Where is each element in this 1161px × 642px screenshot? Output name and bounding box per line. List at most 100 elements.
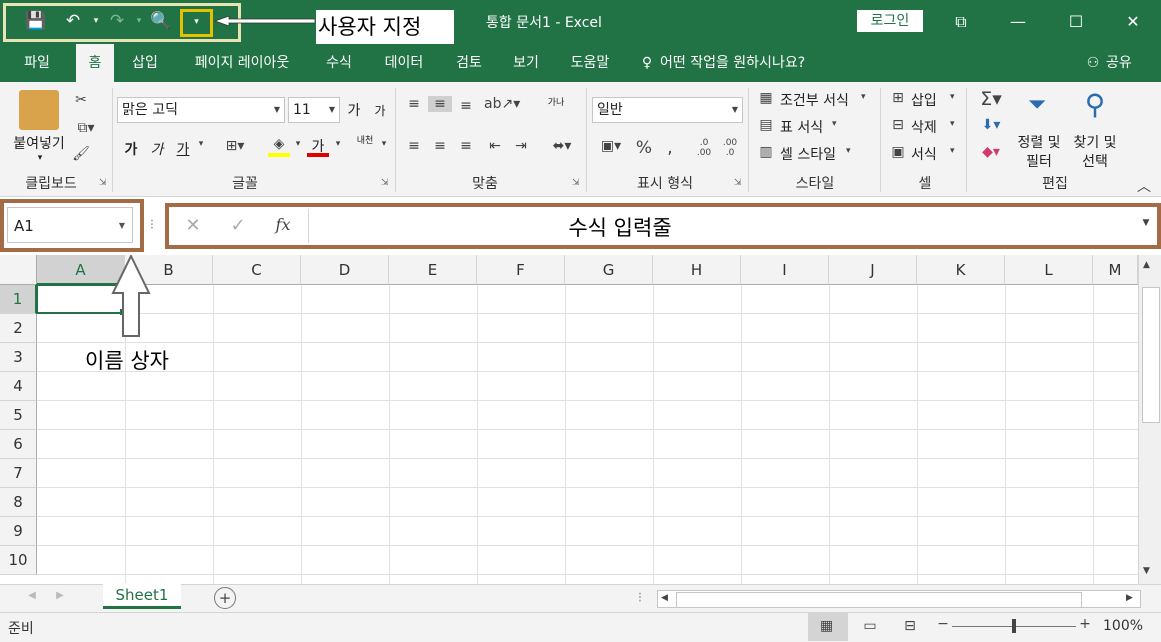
chevron-down-icon[interactable]: ▾ — [846, 146, 851, 156]
tab-view[interactable]: 보기 — [505, 44, 547, 82]
find-select-button[interactable]: 찾기 및 — [1066, 132, 1124, 152]
tab-page-layout[interactable]: 페이지 레이아웃 — [182, 44, 302, 82]
increase-indent-icon[interactable]: ⇥ — [510, 138, 532, 154]
row-header[interactable]: 8 — [0, 488, 37, 517]
prev-sheet-icon[interactable]: ◀ — [26, 590, 38, 601]
row-header[interactable]: 3 — [0, 343, 37, 372]
undo-dropdown-icon[interactable]: ▾ — [85, 10, 107, 32]
chevron-down-icon[interactable]: ▾ — [950, 92, 955, 102]
paste-dropdown-icon[interactable]: ▾ — [30, 153, 50, 163]
row-header[interactable]: 10 — [0, 546, 37, 575]
chevron-down-icon[interactable]: ▾ — [861, 92, 866, 102]
format-as-table-button[interactable]: 표 서식 — [780, 117, 823, 137]
view-normal-button[interactable]: ▦ — [808, 613, 848, 641]
align-right-icon[interactable]: ≡ — [454, 138, 478, 154]
font-color-dropdown-icon[interactable]: ▾ — [332, 139, 344, 149]
align-top-icon[interactable]: ≡ — [402, 96, 426, 112]
sort-filter-button[interactable]: 정렬 및 — [1010, 132, 1068, 152]
minimize-icon[interactable]: — — [1003, 10, 1033, 34]
sheet-tab[interactable]: Sheet1 — [103, 583, 181, 609]
undo-icon[interactable]: ↶ — [62, 10, 84, 32]
page-break-view-icon[interactable]: ⊟ — [900, 618, 920, 634]
zoom-level[interactable]: 100% — [1103, 618, 1143, 634]
insert-function-icon[interactable]: fx — [270, 215, 296, 234]
number-launcher-icon[interactable]: ⇲ — [734, 178, 742, 188]
formula-input[interactable] — [311, 209, 1155, 243]
shrink-font-button[interactable]: 가 — [370, 102, 390, 119]
phonetic-guide-button[interactable]: 내천 — [354, 136, 376, 146]
column-header[interactable]: M — [1093, 255, 1138, 285]
orientation-icon[interactable]: ab↗▾ — [484, 96, 520, 112]
font-name-select[interactable]: 맑은 고딕 ▼ — [117, 97, 285, 123]
scroll-down-icon[interactable]: ▼ — [1143, 566, 1150, 576]
cut-icon[interactable]: ✂ — [70, 92, 92, 108]
wrap-text-button[interactable]: 가나 — [544, 98, 568, 108]
autosum-icon[interactable]: Σ▾ — [976, 88, 1006, 110]
fill-color-icon[interactable]: ◈ — [266, 136, 292, 152]
column-header[interactable]: K — [917, 255, 1005, 285]
delete-cells-button[interactable]: 삭제 — [911, 117, 937, 137]
comma-style-icon[interactable]: , — [662, 138, 678, 158]
share-button[interactable]: 공유 — [1106, 44, 1132, 82]
column-header[interactable]: F — [477, 255, 565, 285]
insert-cells-button[interactable]: 삽입 — [911, 90, 937, 110]
select-all-button[interactable] — [0, 255, 37, 285]
row-header[interactable]: 2 — [0, 314, 37, 343]
maximize-icon[interactable]: ☐ — [1061, 10, 1091, 34]
tab-insert[interactable]: 삽입 — [124, 44, 166, 82]
tab-home[interactable]: 홈 — [76, 44, 114, 82]
alignment-launcher-icon[interactable]: ⇲ — [572, 178, 580, 188]
ribbon-display-options-icon[interactable]: ⧉ — [946, 10, 976, 34]
close-icon[interactable]: ✕ — [1118, 10, 1148, 34]
align-middle-icon[interactable]: ≡ — [428, 96, 452, 112]
bold-button[interactable]: 가 — [122, 139, 140, 159]
next-sheet-icon[interactable]: ▶ — [54, 590, 66, 601]
fill-dropdown-icon[interactable]: ▾ — [292, 139, 304, 149]
percent-style-icon[interactable]: % — [634, 138, 654, 158]
chevron-down-icon[interactable]: ▾ — [950, 119, 955, 129]
grow-font-button[interactable]: 가 — [344, 100, 364, 120]
number-format-select[interactable]: 일반 ▼ — [592, 97, 743, 123]
scroll-right-icon[interactable]: ▶ — [1126, 593, 1133, 603]
font-size-select[interactable]: 11 ▼ — [288, 97, 340, 123]
horizontal-scrollbar[interactable]: ◀ ▶ — [657, 590, 1141, 608]
row-header[interactable]: 9 — [0, 517, 37, 546]
chevron-down-icon[interactable]: ▾ — [832, 119, 837, 129]
increase-decimal-icon[interactable]: .0.00 — [694, 138, 714, 158]
column-header[interactable]: J — [829, 255, 917, 285]
expand-formula-bar-icon[interactable]: ▼ — [1138, 218, 1154, 228]
clipboard-launcher-icon[interactable]: ⇲ — [99, 178, 107, 188]
column-header[interactable]: E — [389, 255, 477, 285]
worksheet-grid[interactable] — [0, 255, 1161, 584]
fill-icon[interactable]: ⬇▾ — [976, 117, 1006, 133]
tab-data[interactable]: 데이터 — [375, 44, 433, 82]
column-header[interactable]: I — [741, 255, 829, 285]
underline-button[interactable]: 가 — [174, 139, 192, 159]
scroll-thumb[interactable] — [1142, 287, 1160, 423]
vertical-scrollbar[interactable]: ▲ ▼ — [1138, 255, 1161, 584]
format-painter-icon[interactable]: 🖌 — [70, 146, 92, 162]
chevron-down-icon[interactable]: ▼ — [119, 208, 125, 244]
tab-help[interactable]: 도움말 — [562, 44, 618, 82]
align-bottom-icon[interactable]: ≡ — [454, 98, 478, 114]
paste-button[interactable]: 붙여넣기 — [5, 133, 73, 153]
name-box[interactable]: A1 ▼ — [7, 207, 133, 243]
tab-formulas[interactable]: 수식 — [318, 44, 360, 82]
copy-icon[interactable]: ⧉▾ — [70, 120, 102, 136]
hscroll-thumb[interactable] — [676, 592, 1082, 608]
format-cells-button[interactable]: 서식 — [911, 144, 937, 164]
italic-button[interactable]: 가 — [148, 139, 166, 159]
column-header[interactable]: G — [565, 255, 653, 285]
row-header[interactable]: 4 — [0, 372, 37, 401]
column-header[interactable]: D — [301, 255, 389, 285]
merge-center-icon[interactable]: ⬌▾ — [544, 138, 580, 154]
row-header[interactable]: 6 — [0, 430, 37, 459]
splitter-handle-icon[interactable]: ⁝ — [146, 217, 158, 233]
login-button[interactable]: 로그인 — [857, 10, 923, 32]
add-sheet-icon[interactable]: + — [214, 587, 236, 609]
scroll-up-icon[interactable]: ▲ — [1143, 260, 1150, 270]
align-center-icon[interactable]: ≡ — [428, 138, 452, 154]
conditional-formatting-button[interactable]: 조건부 서식 — [780, 90, 849, 110]
collapse-ribbon-icon[interactable]: ︿ — [1137, 176, 1151, 196]
underline-dropdown-icon[interactable]: ▾ — [194, 139, 208, 149]
